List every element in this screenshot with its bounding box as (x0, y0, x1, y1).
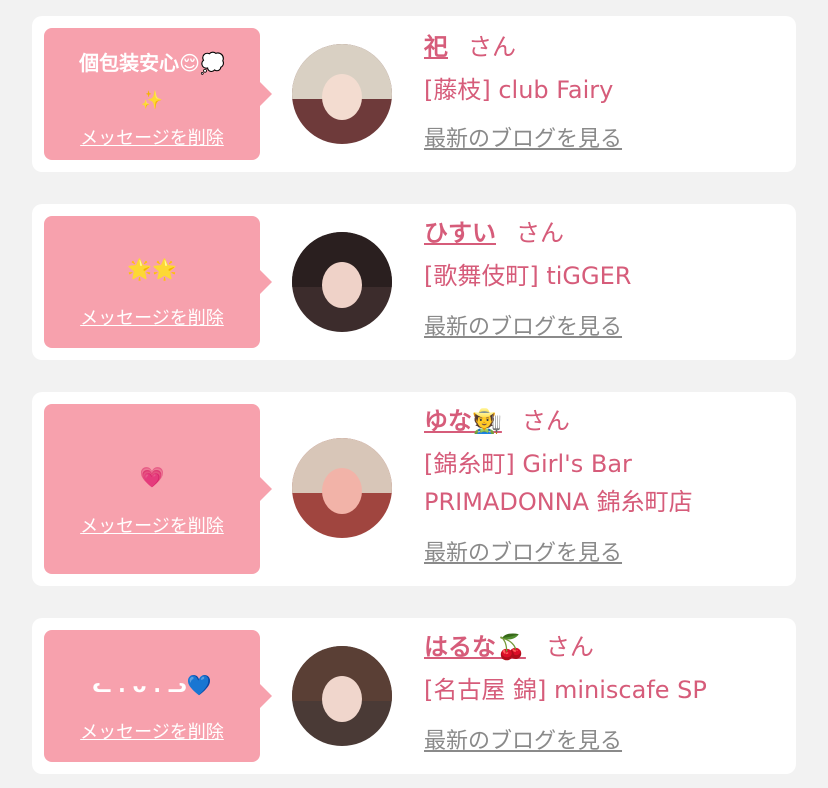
delete-message-link[interactable]: メッセージを削除 (80, 516, 224, 537)
latest-blog-link[interactable]: 最新のブログを見る (424, 314, 622, 342)
shop-name: [歌舞伎町] tiGGER (424, 262, 632, 290)
honorific: さん (468, 33, 516, 61)
cast-name-link[interactable]: ゆな🧑‍🌾 (424, 407, 502, 435)
avatar[interactable] (292, 44, 392, 144)
message-bubble: 💗 メッセージを削除 (44, 404, 272, 574)
avatar[interactable] (292, 232, 392, 332)
shop-name: [名古屋 錦] miniscafe SP (424, 676, 707, 704)
favorite-card: 💗 メッセージを削除 ゆな🧑‍🌾 さん [錦糸町] Girl's Bar PRIM… (32, 392, 796, 586)
message-text: ✨ (140, 90, 164, 111)
latest-blog-link[interactable]: 最新のブログを見る (424, 540, 622, 568)
delete-message-link[interactable]: メッセージを削除 (80, 722, 224, 743)
cast-name-link[interactable]: ひすい (424, 219, 496, 247)
avatar[interactable] (292, 646, 392, 746)
honorific: さん (521, 407, 570, 435)
cast-name-link[interactable]: はるな🍒 (424, 633, 526, 661)
delete-message-link[interactable]: メッセージを削除 (80, 308, 224, 329)
favorite-card: 🌟🌟 メッセージを削除 ひすい さん [歌舞伎町] tiGGER 最新のブログを見… (32, 204, 796, 360)
message-bubble: ᓚ . ᴗ . ᓗ💙 メッセージを削除 (44, 630, 272, 762)
latest-blog-link[interactable]: 最新のブログを見る (424, 728, 622, 756)
shop-name: [藤枝] club Fairy (424, 76, 614, 104)
avatar[interactable] (292, 438, 392, 538)
honorific: さん (545, 633, 594, 661)
message-text: 🌟🌟 (127, 257, 177, 281)
message-bubble: 🌟🌟 メッセージを削除 (44, 216, 272, 348)
message-text: 💗 (139, 465, 165, 489)
shop-name: [錦糸町] Girl's Bar (424, 450, 632, 478)
message-bubble: 個包装安心😌💭 ✨ メッセージを削除 (44, 28, 272, 160)
favorite-card: 個包装安心😌💭 ✨ メッセージを削除 祀さん [藤枝] club Fairy 最… (32, 16, 796, 172)
delete-message-link[interactable]: メッセージを削除 (80, 128, 224, 149)
honorific: さん (516, 219, 564, 247)
cast-name-link[interactable]: 祀 (424, 33, 448, 61)
message-text: ᓚ . ᴗ . ᓗ💙 (92, 673, 212, 697)
favorite-card: ᓚ . ᴗ . ᓗ💙 メッセージを削除 はるな🍒 さん [名古屋 錦] minis… (32, 618, 796, 774)
shop-name: PRIMADONNA 錦糸町店 (424, 488, 693, 516)
message-text: 個包装安心😌💭 (79, 51, 225, 75)
latest-blog-link[interactable]: 最新のブログを見る (424, 126, 622, 154)
